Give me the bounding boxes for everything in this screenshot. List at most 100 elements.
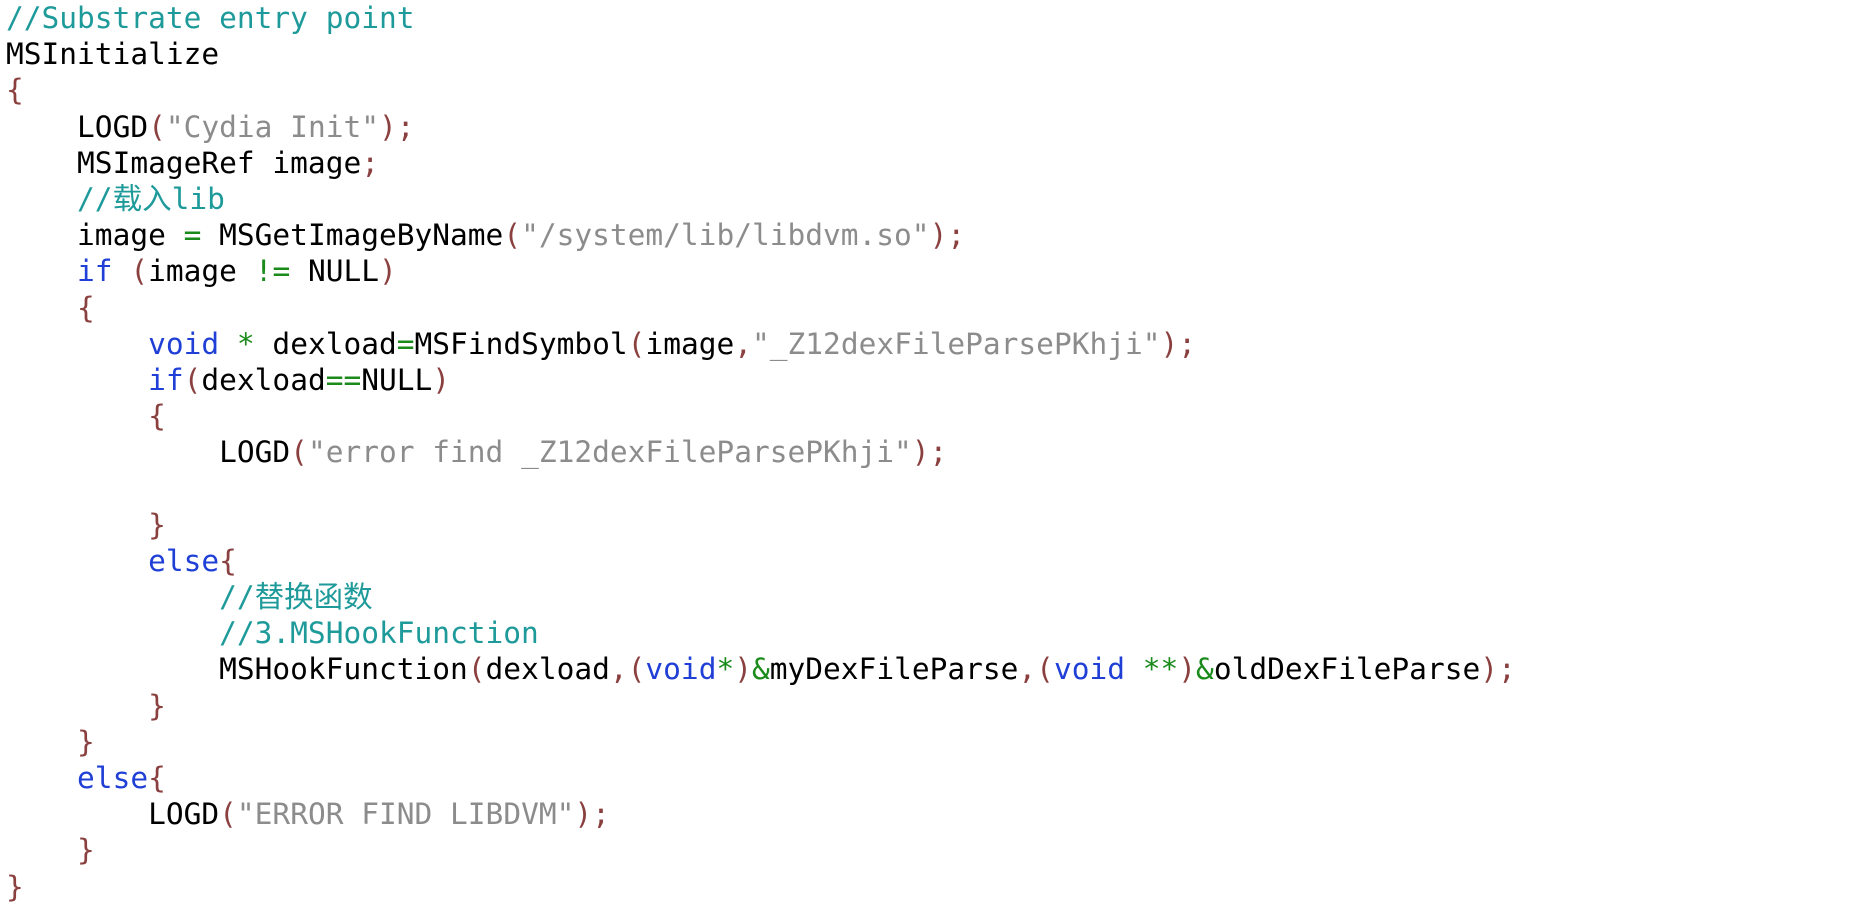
code-token-punct: ( <box>467 652 486 687</box>
code-token-plain: dexload <box>201 362 326 397</box>
code-token-keyword: void <box>645 652 717 687</box>
code-line: else{ <box>6 760 1866 796</box>
code-token-string: "error find _Z12dexFileParsePKhji" <box>307 435 912 470</box>
code-line: if(dexload==NULL) <box>6 362 1866 398</box>
code-token-operator: * <box>716 652 735 687</box>
code-token-string: "ERROR FIND LIBDVM" <box>236 797 575 832</box>
code-token-punct: ); <box>1160 326 1197 361</box>
code-token-punct: { <box>148 760 166 795</box>
code-token-punct: ) <box>379 254 397 289</box>
code-token-plain: NULL <box>361 362 433 397</box>
code-token-keyword: void <box>1053 652 1125 687</box>
code-token-plain: myDexFileParse <box>769 652 1019 687</box>
code-token-punct: ( <box>503 218 522 253</box>
code-line: //载入lib <box>6 181 1866 217</box>
code-line: { <box>6 290 1866 326</box>
code-token-punct: ,( <box>609 652 646 687</box>
code-token-plain: MSHookFunction <box>6 652 468 687</box>
code-token-punct: ); <box>911 435 948 470</box>
code-line: if (image != NULL) <box>6 253 1866 289</box>
code-line: { <box>6 72 1866 108</box>
code-token-punct: { <box>6 290 95 325</box>
code-line: MSHookFunction(dexload,(void*)&myDexFile… <box>6 651 1866 687</box>
code-line: LOGD("error find _Z12dexFileParsePKhji")… <box>6 434 1866 470</box>
code-token-operator: * <box>219 326 255 361</box>
code-token-keyword: void <box>148 326 220 361</box>
code-token-operator: & <box>751 652 770 687</box>
code-token-string: "Cydia Init" <box>165 109 379 144</box>
code-token-punct: ,( <box>1018 652 1054 687</box>
code-token-punct: } <box>6 507 166 542</box>
code-line: image = MSGetImageByName("/system/lib/li… <box>6 217 1866 253</box>
code-token-plain: image <box>6 218 184 253</box>
code-token-punct: } <box>6 724 95 759</box>
code-token-punct: { <box>6 399 166 434</box>
code-token-comment: //载入lib <box>6 181 225 216</box>
code-line: //3.MSHookFunction <box>6 615 1866 651</box>
code-token-punct: ) <box>734 652 752 687</box>
code-token-punct: { <box>219 543 237 578</box>
code-token-punct: { <box>6 73 24 108</box>
code-token-punct: } <box>6 688 166 723</box>
code-line: { <box>6 398 1866 434</box>
code-token-plain: image <box>645 326 735 361</box>
code-token-punct: ( <box>112 254 149 289</box>
code-token-plain: oldDexFileParse <box>1213 652 1481 687</box>
code-token-plain: LOGD <box>6 435 291 470</box>
code-token-operator: & <box>1196 652 1214 687</box>
code-token-plain: MSFindSymbol <box>414 326 628 361</box>
code-token-punct: , <box>734 326 753 361</box>
code-token-plain: MSInitialize <box>6 37 220 72</box>
code-token-plain: NULL <box>290 254 380 289</box>
code-token-plain: MSImageRef image <box>6 145 362 180</box>
code-line: LOGD("ERROR FIND LIBDVM"); <box>6 796 1866 832</box>
code-token-punct: ); <box>929 218 966 253</box>
code-token-punct: ( <box>219 797 237 832</box>
code-token-punct: ); <box>379 109 415 144</box>
code-line: } <box>6 507 1866 543</box>
code-token-comment: //3.MSHookFunction <box>6 616 539 651</box>
code-token-plain: LOGD <box>6 797 220 832</box>
code-token-keyword: else <box>77 760 149 795</box>
code-line: } <box>6 869 1866 905</box>
code-token-punct: ( <box>627 326 646 361</box>
code-line: LOGD("Cydia Init"); <box>6 109 1866 145</box>
code-line: //Substrate entry point <box>6 0 1866 36</box>
code-token-plain: LOGD <box>6 109 149 144</box>
code-token-plain: dexload <box>254 326 397 361</box>
code-editor-view: //Substrate entry point MSInitialize{ LOG… <box>6 0 1866 904</box>
code-token-plain: MSGetImageByName <box>201 218 504 253</box>
code-token-operator: = <box>183 218 202 253</box>
code-token-operator: = <box>396 326 415 361</box>
code-token-punct: } <box>6 833 95 868</box>
code-token-operator: ** <box>1124 652 1179 687</box>
code-token-punct: ( <box>183 362 202 397</box>
code-line: //替换函数 <box>6 579 1866 615</box>
code-token-plain: image <box>148 254 255 289</box>
code-token-keyword: if <box>77 254 113 289</box>
code-token-string: "_Z12dexFileParsePKhji" <box>752 326 1161 361</box>
code-line: MSImageRef image; <box>6 145 1866 181</box>
code-token-keyword: else <box>148 543 220 578</box>
code-token-punct: ( <box>290 435 308 470</box>
code-token-operator: != <box>254 254 291 289</box>
code-line: MSInitialize <box>6 36 1866 72</box>
code-token-comment: //替换函数 <box>6 580 373 614</box>
code-line: void * dexload=MSFindSymbol(image,"_Z12d… <box>6 326 1866 362</box>
code-line: } <box>6 688 1866 724</box>
code-line: else{ <box>6 543 1866 579</box>
code-token-keyword: if <box>148 362 184 397</box>
code-token-punct: ); <box>1480 652 1516 687</box>
code-token-plain: dexload <box>485 652 610 687</box>
code-line: } <box>6 724 1866 760</box>
code-token-punct: ) <box>432 362 451 397</box>
code-token-string: "/system/lib/libdvm.so" <box>521 218 930 253</box>
code-token-punct: ; <box>361 145 379 180</box>
code-token-operator: == <box>325 362 362 397</box>
